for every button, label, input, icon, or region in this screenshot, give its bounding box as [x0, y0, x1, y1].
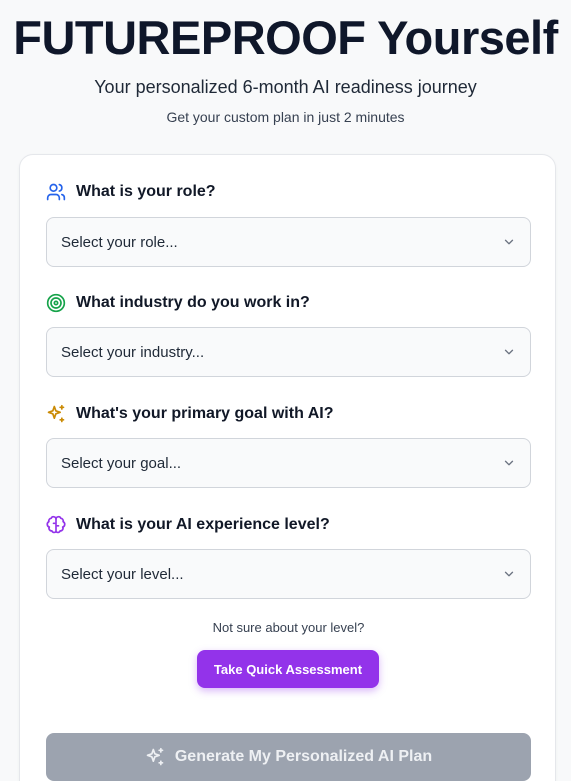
sparkles-icon: [145, 747, 165, 767]
chevron-down-icon: [502, 345, 516, 359]
goal-question: What's your primary goal with AI?: [46, 402, 333, 426]
experience-question-label: What is your AI experience level?: [76, 516, 330, 533]
assessment-form-card: What is your role? Select your role... W…: [19, 154, 556, 781]
page-caption: Get your custom plan in just 2 minutes: [166, 109, 405, 125]
page-title: FUTUREPROOF Yourself: [13, 11, 558, 64]
industry-select-value: Select your industry...: [61, 343, 205, 361]
experience-select[interactable]: Select your level...: [46, 549, 531, 599]
page: FUTUREPROOF Yourself Your personalized 6…: [0, 0, 571, 781]
goal-select-value: Select your goal...: [61, 454, 182, 472]
industry-question-label: What industry do you work in?: [76, 294, 310, 311]
take-quick-assessment-button[interactable]: Take Quick Assessment: [197, 650, 379, 688]
generate-plan-button[interactable]: Generate My Personalized AI Plan: [46, 733, 531, 781]
target-icon: [46, 293, 66, 313]
goal-select[interactable]: Select your goal...: [46, 438, 531, 488]
industry-question: What industry do you work in?: [46, 291, 310, 315]
role-select-value: Select your role...: [61, 233, 178, 251]
experience-select-value: Select your level...: [61, 565, 184, 583]
role-select[interactable]: Select your role...: [46, 217, 531, 267]
chevron-down-icon: [502, 567, 516, 581]
role-question: What is your role?: [46, 180, 216, 204]
chevron-down-icon: [502, 235, 516, 249]
page-subtitle: Your personalized 6-month AI readiness j…: [94, 77, 477, 97]
goal-question-label: What's your primary goal with AI?: [76, 405, 334, 422]
users-icon: [46, 182, 66, 202]
experience-question: What is your AI experience level?: [46, 513, 330, 537]
role-question-label: What is your role?: [76, 183, 216, 200]
brain-icon: [46, 515, 66, 535]
not-sure-text: Not sure about your level?: [212, 620, 365, 635]
industry-select[interactable]: Select your industry...: [46, 327, 531, 377]
sparkles-icon: [46, 404, 66, 424]
generate-plan-button-label: Generate My Personalized AI Plan: [174, 748, 433, 765]
chevron-down-icon: [502, 456, 516, 470]
